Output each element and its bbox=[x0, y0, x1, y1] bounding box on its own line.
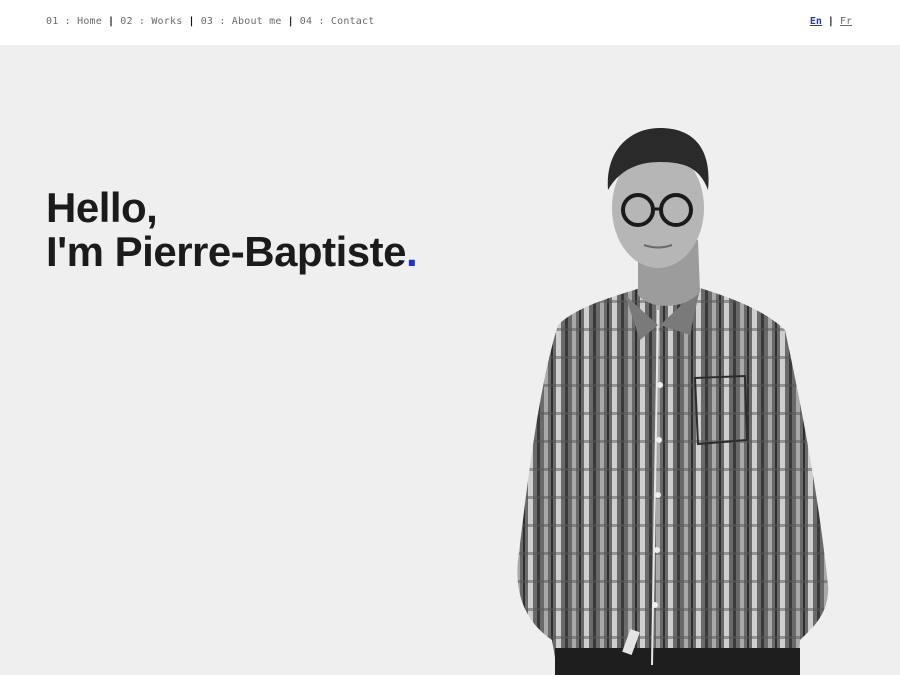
top-bar: 01 : Home | 02 : Works | 03 : About me | 04 : … bbox=[0, 0, 900, 45]
lang-fr-link[interactable]: Fr bbox=[840, 16, 852, 27]
nav-works-link[interactable]: 02 : Works bbox=[120, 16, 182, 27]
nav-separator: | bbox=[108, 16, 115, 27]
nav-separator: | bbox=[188, 16, 195, 27]
lang-en-link[interactable]: En bbox=[810, 16, 822, 27]
hero-greeting: Hello, bbox=[46, 184, 158, 231]
nav-home-link[interactable]: 01 : Home bbox=[46, 16, 102, 27]
lang-separator: | bbox=[827, 16, 834, 27]
hero-heading: Hello, I'm Pierre-Baptiste. bbox=[46, 184, 418, 275]
language-switcher: En | Fr bbox=[810, 16, 852, 27]
nav-about-link[interactable]: 03 : About me bbox=[201, 16, 282, 27]
portrait-photo bbox=[517, 128, 829, 675]
nav-separator: | bbox=[287, 16, 294, 27]
accent-dot: . bbox=[405, 228, 418, 275]
hero-name: I'm Pierre-Baptiste bbox=[46, 228, 406, 275]
nav-contact-link[interactable]: 04 : Contact bbox=[300, 16, 375, 27]
main-nav: 01 : Home | 02 : Works | 03 : About me | 04 : … bbox=[46, 16, 374, 27]
